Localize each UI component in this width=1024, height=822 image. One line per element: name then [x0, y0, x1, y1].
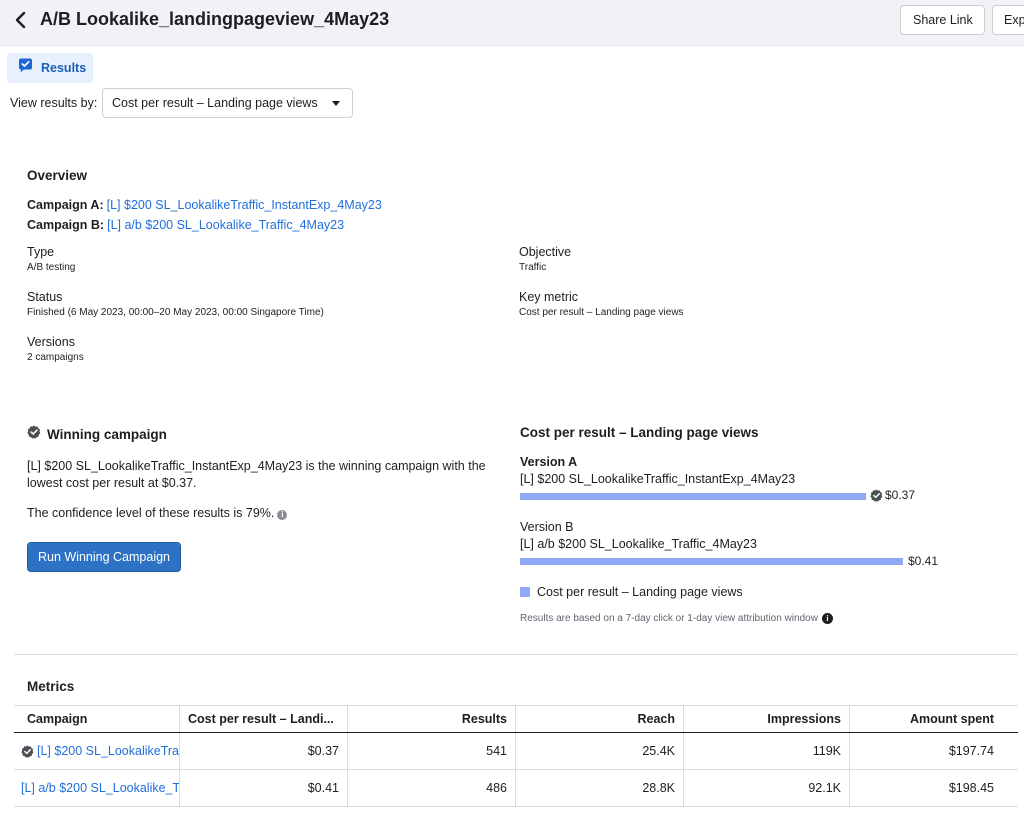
tab-results-label: Results: [41, 61, 87, 75]
view-by-select[interactable]: Cost per result – Landing page views: [102, 88, 353, 118]
winning-summary-line2: lowest cost per result at $0.37.: [27, 476, 197, 490]
winner-badge-icon: [870, 488, 883, 502]
back-arrow-icon[interactable]: [12, 9, 32, 31]
results-cell: 541: [348, 733, 516, 769]
winning-summary-line1: [L] $200 SL_LookalikeTraffic_InstantExp_…: [27, 459, 486, 473]
chart-bar-version-b: [520, 558, 903, 565]
column-header-reach[interactable]: Reach: [516, 706, 684, 732]
confidence-text: The confidence level of these results is…: [27, 506, 275, 520]
winning-campaign-header: Winning campaign: [27, 425, 167, 444]
cost-per-result-cell: $0.41: [180, 770, 348, 806]
section-divider: [14, 654, 1018, 655]
objective-label: Objective: [519, 245, 572, 259]
amount-spent-cell: $198.45: [948, 781, 994, 795]
campaign-a-line: Campaign A: [L] $200 SL_LookalikeTraffic_…: [27, 198, 382, 212]
chevron-down-icon: [332, 101, 340, 106]
amount-spent-cell: $197.74: [948, 744, 994, 758]
info-icon[interactable]: i: [277, 510, 288, 520]
legend-swatch: [520, 587, 530, 597]
cost-per-result-cell: $0.37: [180, 733, 348, 769]
view-by-selected-value: Cost per result – Landing page views: [112, 96, 318, 110]
legend-label: Cost per result – Landing page views: [537, 585, 743, 599]
table-row: [L] a/b $200 SL_Lookalike_T $0.41 486 28…: [14, 770, 1018, 807]
share-link-button[interactable]: Share Link: [900, 5, 985, 35]
campaign-a-key: Campaign A:: [27, 198, 104, 212]
campaign-b-link[interactable]: [L] a/b $200 SL_Lookalike_Traffic_4May23: [107, 218, 344, 232]
impressions-cell: 119K: [684, 733, 850, 769]
winning-summary: [L] $200 SL_LookalikeTraffic_InstantExp_…: [27, 458, 486, 492]
campaign-cell: [L] a/b $200 SL_Lookalike_T: [14, 770, 180, 806]
chart-value-version-b: $0.41: [908, 554, 938, 568]
campaign-link[interactable]: [L] a/b $200 SL_Lookalike_T: [21, 781, 179, 795]
status-label: Status: [27, 290, 63, 304]
winner-badge-icon: [21, 744, 34, 758]
versions-value: 2 campaigns: [27, 352, 84, 363]
table-header-row: Campaign Cost per result – Landi... Resu…: [14, 705, 1018, 733]
table-row: [L] $200 SL_LookalikeTra $0.37 541 25.4K…: [14, 733, 1018, 770]
reach-cell: 25.4K: [516, 733, 684, 769]
attribution-note-text: Results are based on a 7-day click or 1-…: [520, 613, 818, 624]
version-b-name: [L] a/b $200 SL_Lookalike_Traffic_4May23: [520, 537, 757, 551]
type-label: Type: [27, 245, 55, 259]
campaign-b-line: Campaign B: [L] a/b $200 SL_Lookalike_Tra…: [27, 218, 344, 232]
campaign-a-link[interactable]: [L] $200 SL_LookalikeTraffic_InstantExp_…: [107, 198, 382, 212]
chart-value-version-a: $0.37: [870, 488, 915, 502]
chart-value-label-a: $0.37: [885, 488, 916, 502]
chart-value-label-b: $0.41: [908, 554, 939, 568]
view-by-label: View results by:: [10, 96, 98, 110]
key-metric-value: Cost per result – Landing page views: [519, 307, 684, 318]
column-header-impressions[interactable]: Impressions: [684, 706, 850, 732]
export-button[interactable]: Exp: [992, 5, 1024, 35]
winning-campaign-heading: Winning campaign: [47, 427, 167, 442]
results-cell: 486: [348, 770, 516, 806]
version-b-label: Version B: [520, 520, 574, 534]
impressions-cell: 92.1K: [684, 770, 850, 806]
column-header-campaign[interactable]: Campaign: [14, 706, 180, 732]
reach-cell: 28.8K: [516, 770, 684, 806]
top-bar: A/B Lookalike_landingpageview_4May23 Sha…: [0, 0, 1024, 46]
column-header-cost-per-result[interactable]: Cost per result – Landi...: [180, 706, 348, 732]
campaign-link[interactable]: [L] $200 SL_LookalikeTra: [37, 744, 179, 758]
objective-value: Traffic: [519, 262, 547, 273]
chart-legend: Cost per result – Landing page views: [520, 585, 743, 599]
type-value: A/B testing: [27, 262, 76, 273]
chart-title: Cost per result – Landing page views: [520, 425, 759, 440]
attribution-note: Results are based on a 7-day click or 1-…: [520, 613, 833, 624]
version-a-name: [L] $200 SL_LookalikeTraffic_InstantExp_…: [520, 472, 796, 486]
overview-heading: Overview: [27, 168, 88, 183]
versions-label: Versions: [27, 335, 75, 349]
chart-bar-version-a: [520, 493, 866, 500]
status-value: Finished (6 May 2023, 00:00–20 May 2023,…: [27, 307, 324, 318]
info-icon[interactable]: i: [821, 613, 833, 624]
results-chat-icon: [17, 57, 34, 79]
key-metric-label: Key metric: [519, 290, 579, 304]
campaign-cell: [L] $200 SL_LookalikeTra: [14, 733, 180, 769]
version-a-label: Version A: [520, 455, 578, 469]
column-header-results[interactable]: Results: [348, 706, 516, 732]
page-title: A/B Lookalike_landingpageview_4May23: [40, 9, 390, 29]
confidence-line: The confidence level of these results is…: [27, 505, 288, 522]
campaign-b-key: Campaign B:: [27, 218, 105, 232]
tab-results[interactable]: Results: [7, 53, 93, 83]
run-winning-campaign-button[interactable]: Run Winning Campaign: [27, 542, 181, 572]
column-header-amount-spent[interactable]: Amount spent: [850, 706, 1018, 732]
winner-badge-icon: [27, 425, 41, 444]
metrics-heading: Metrics: [27, 679, 75, 694]
